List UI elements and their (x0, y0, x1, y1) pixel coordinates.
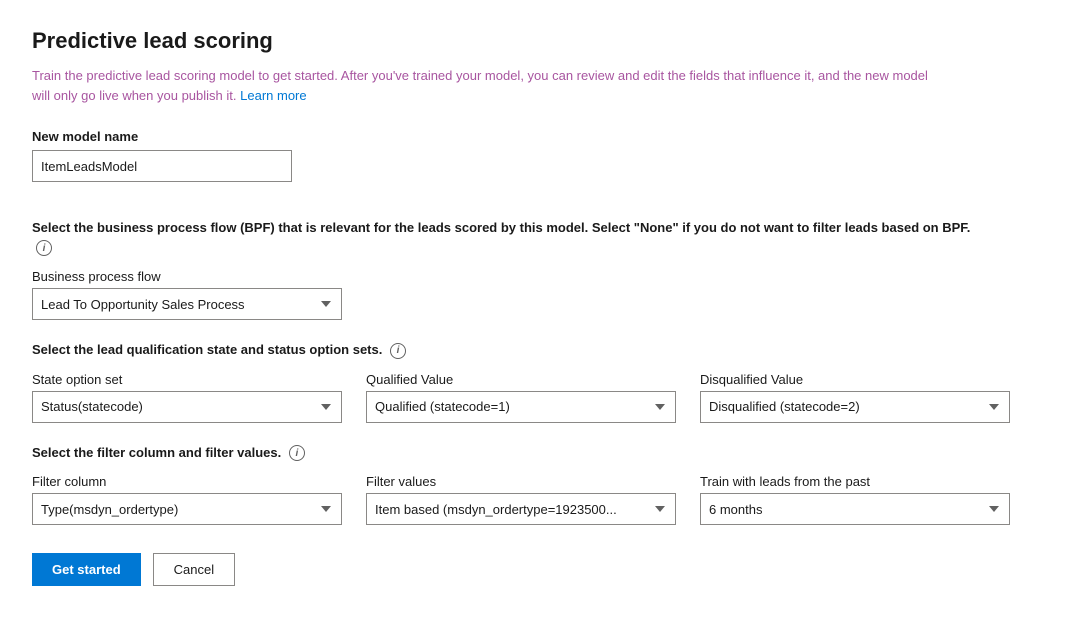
bpf-description: Select the business process flow (BPF) t… (32, 218, 992, 257)
qualified-dropdown[interactable]: Qualified (statecode=1) (366, 391, 676, 423)
qualification-dropdowns: State option set Status(statecode) Quali… (32, 372, 1045, 423)
disqualified-label: Disqualified Value (700, 372, 1010, 387)
disqualified-field: Disqualified Value Disqualified (stateco… (700, 372, 1010, 423)
filter-column-label: Filter column (32, 474, 342, 489)
filter-info-icon: i (289, 445, 305, 461)
filter-section: Select the filter column and filter valu… (32, 443, 1045, 526)
state-field: State option set Status(statecode) (32, 372, 342, 423)
filter-column-field: Filter column Type(msdyn_ordertype) (32, 474, 342, 525)
filter-description: Select the filter column and filter valu… (32, 443, 992, 463)
train-past-label: Train with leads from the past (700, 474, 1010, 489)
bpf-label: Business process flow (32, 269, 1045, 284)
bpf-dropdown[interactable]: Lead To Opportunity Sales Process None (32, 288, 342, 320)
filter-values-field: Filter values Item based (msdyn_ordertyp… (366, 474, 676, 525)
get-started-button[interactable]: Get started (32, 553, 141, 586)
page-container: Predictive lead scoring Train the predic… (0, 0, 1077, 618)
qualified-label: Qualified Value (366, 372, 676, 387)
disqualified-dropdown[interactable]: Disqualified (statecode=2) (700, 391, 1010, 423)
qualification-description: Select the lead qualification state and … (32, 340, 992, 360)
qualification-info-icon: i (390, 343, 406, 359)
model-name-input[interactable] (32, 150, 292, 182)
train-past-dropdown[interactable]: 6 months 3 months 12 months (700, 493, 1010, 525)
model-name-section: New model name (32, 129, 1045, 202)
qualification-section: Select the lead qualification state and … (32, 340, 1045, 423)
bpf-section: Select the business process flow (BPF) t… (32, 218, 1045, 320)
bpf-field: Business process flow Lead To Opportunit… (32, 269, 1045, 320)
state-label: State option set (32, 372, 342, 387)
train-past-field: Train with leads from the past 6 months … (700, 474, 1010, 525)
page-title: Predictive lead scoring (32, 28, 1045, 54)
state-dropdown[interactable]: Status(statecode) (32, 391, 342, 423)
filter-values-dropdown[interactable]: Item based (msdyn_ordertype=1923500... (366, 493, 676, 525)
intro-text: Train the predictive lead scoring model … (32, 66, 932, 105)
buttons-row: Get started Cancel (32, 553, 1045, 586)
qualified-field: Qualified Value Qualified (statecode=1) (366, 372, 676, 423)
model-name-label: New model name (32, 129, 1045, 144)
cancel-button[interactable]: Cancel (153, 553, 235, 586)
learn-more-link[interactable]: Learn more (240, 88, 306, 103)
filter-values-label: Filter values (366, 474, 676, 489)
filter-dropdowns: Filter column Type(msdyn_ordertype) Filt… (32, 474, 1045, 525)
bpf-info-icon: i (36, 240, 52, 256)
filter-column-dropdown[interactable]: Type(msdyn_ordertype) (32, 493, 342, 525)
